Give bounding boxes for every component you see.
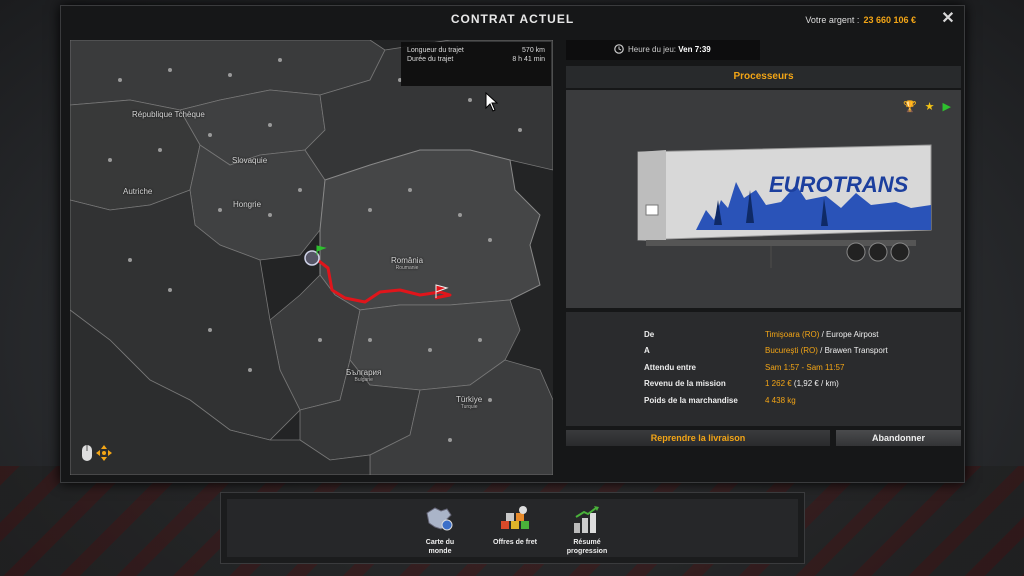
from-company: / Europe Airpost: [819, 329, 879, 339]
map-label-bulgaria-name: България: [346, 368, 382, 377]
revenue-rate: (1,92 € / km): [791, 379, 839, 389]
world-map-label-2: monde: [428, 548, 452, 555]
money-label: Votre argent :: [805, 15, 860, 25]
game-time-bar: Heure du jeu: Ven 7:39: [566, 40, 760, 60]
map-label-romania: România Roumanie: [391, 256, 423, 271]
freight-offers-label: Offres de fret: [493, 539, 537, 546]
detail-row-to: A Bucureşti (RO) / Brawen Transport: [644, 343, 961, 360]
map-label-turkey-name: Türkiye: [456, 395, 483, 404]
detail-row-revenue: Revenu de la mission 1 262 € (1,92 € / k…: [644, 376, 961, 393]
map-label-turkey: Türkiye Turquie: [456, 395, 482, 410]
route-length-row: Longueur du trajet 570 km: [407, 47, 545, 54]
to-company: / Brawen Transport: [817, 346, 888, 356]
progress-summary-button[interactable]: Résumé progression: [552, 505, 622, 556]
map-label-bulgaria-sub: Bulgarie: [354, 377, 373, 383]
detail-row-weight: Poids de la marchandise 4 438 kg: [644, 392, 961, 409]
map-label-slovakia: Slovaquie: [232, 156, 268, 165]
mouse-pan-hint-icon: [80, 443, 114, 463]
trailer-image: EUROTRANS: [637, 144, 932, 268]
trailer-preview: 🏆 ★ ▶ EUROTRANS: [566, 90, 961, 308]
world-map-button[interactable]: Carte du monde: [405, 505, 475, 556]
map-label-bulgaria: България Bulgarie: [346, 368, 381, 383]
map-label-turkey-sub: Turquie: [460, 404, 478, 410]
route-length-value: 570 km: [522, 47, 545, 54]
progress-summary-label-2: progression: [566, 548, 608, 555]
map-label-czech: République Tchèque: [132, 110, 205, 119]
detail-row-window: Attendu entre Sam 1:57 - Sam 11:57: [644, 359, 961, 376]
route-duration-value: 8 h 41 min: [512, 56, 545, 63]
weight-label: Poids de la marchandise: [644, 395, 738, 405]
progress-summary-label-1: Résumé: [573, 539, 601, 546]
world-map-label-1: Carte du: [425, 539, 455, 546]
route-info-panel: Longueur du trajet 570 km Durée du traje…: [401, 42, 551, 86]
map-label-romania-name: România: [391, 256, 424, 265]
route-duration-label: Durée du trajet: [407, 56, 454, 63]
world-map-icon: [426, 507, 453, 531]
revenue-value: 1 262 €: [765, 379, 792, 389]
abandon-button[interactable]: Abandonner: [836, 430, 961, 446]
mouse-cursor-icon: [485, 92, 499, 112]
game-time-value: Ven 7:39: [678, 45, 711, 54]
trophy-icon: 🏆: [902, 101, 917, 113]
weight-value: 4 438 kg: [765, 395, 796, 405]
map-label-austria: Autriche: [123, 187, 153, 196]
freight-offers-icon: [501, 506, 529, 529]
money-value: 23 660 106 €: [863, 15, 916, 25]
play-arrow-icon[interactable]: ▶: [943, 100, 951, 113]
map-label-hungary: Hongrie: [233, 200, 262, 209]
game-time-label: Heure du jeu:: [628, 45, 677, 54]
revenue-label: Revenu de la mission: [644, 379, 726, 389]
delivery-window-label: Attendu entre: [644, 362, 696, 372]
route-map[interactable]: République Tchèque Slovaquie Autriche Ho…: [70, 40, 553, 475]
bottom-toolbar: Carte du monde Offres de fret Résumé pro…: [220, 492, 805, 564]
to-city: Bucureşti (RO): [765, 346, 818, 356]
contract-details: De Timişoara (RO) / Europe Airpost A Buc…: [566, 312, 961, 426]
freight-offers-button[interactable]: Offres de fret: [480, 505, 550, 547]
to-label: A: [644, 346, 650, 356]
trailer-logo: EUROTRANS: [769, 172, 909, 197]
clock-icon: [614, 44, 624, 54]
cargo-flags: 🏆 ★ ▶: [903, 100, 951, 113]
star-icon: ★: [924, 101, 935, 113]
detail-row-from: De Timişoara (RO) / Europe Airpost: [644, 326, 961, 343]
money-display: Votre argent :23 660 106 €: [805, 15, 916, 25]
close-button[interactable]: ✕: [940, 11, 956, 27]
resume-delivery-button[interactable]: Reprendre la livraison: [566, 430, 830, 446]
route-length-label: Longueur du trajet: [407, 47, 464, 54]
from-label: De: [644, 329, 655, 339]
route-duration-row: Durée du trajet 8 h 41 min: [407, 56, 545, 63]
map-label-romania-sub: Roumanie: [395, 265, 419, 271]
bottom-toolbar-inner: Carte du monde Offres de fret Résumé pro…: [227, 499, 798, 557]
from-city: Timişoara (RO): [765, 329, 820, 339]
delivery-window-value: Sam 1:57 - Sam 11:57: [765, 362, 845, 372]
progress-summary-icon: [574, 506, 599, 533]
cargo-name: Processeurs: [566, 66, 961, 88]
contract-window: CONTRAT ACTUEL Votre argent :23 660 106 …: [60, 5, 965, 483]
close-icon: ✕: [941, 10, 955, 27]
